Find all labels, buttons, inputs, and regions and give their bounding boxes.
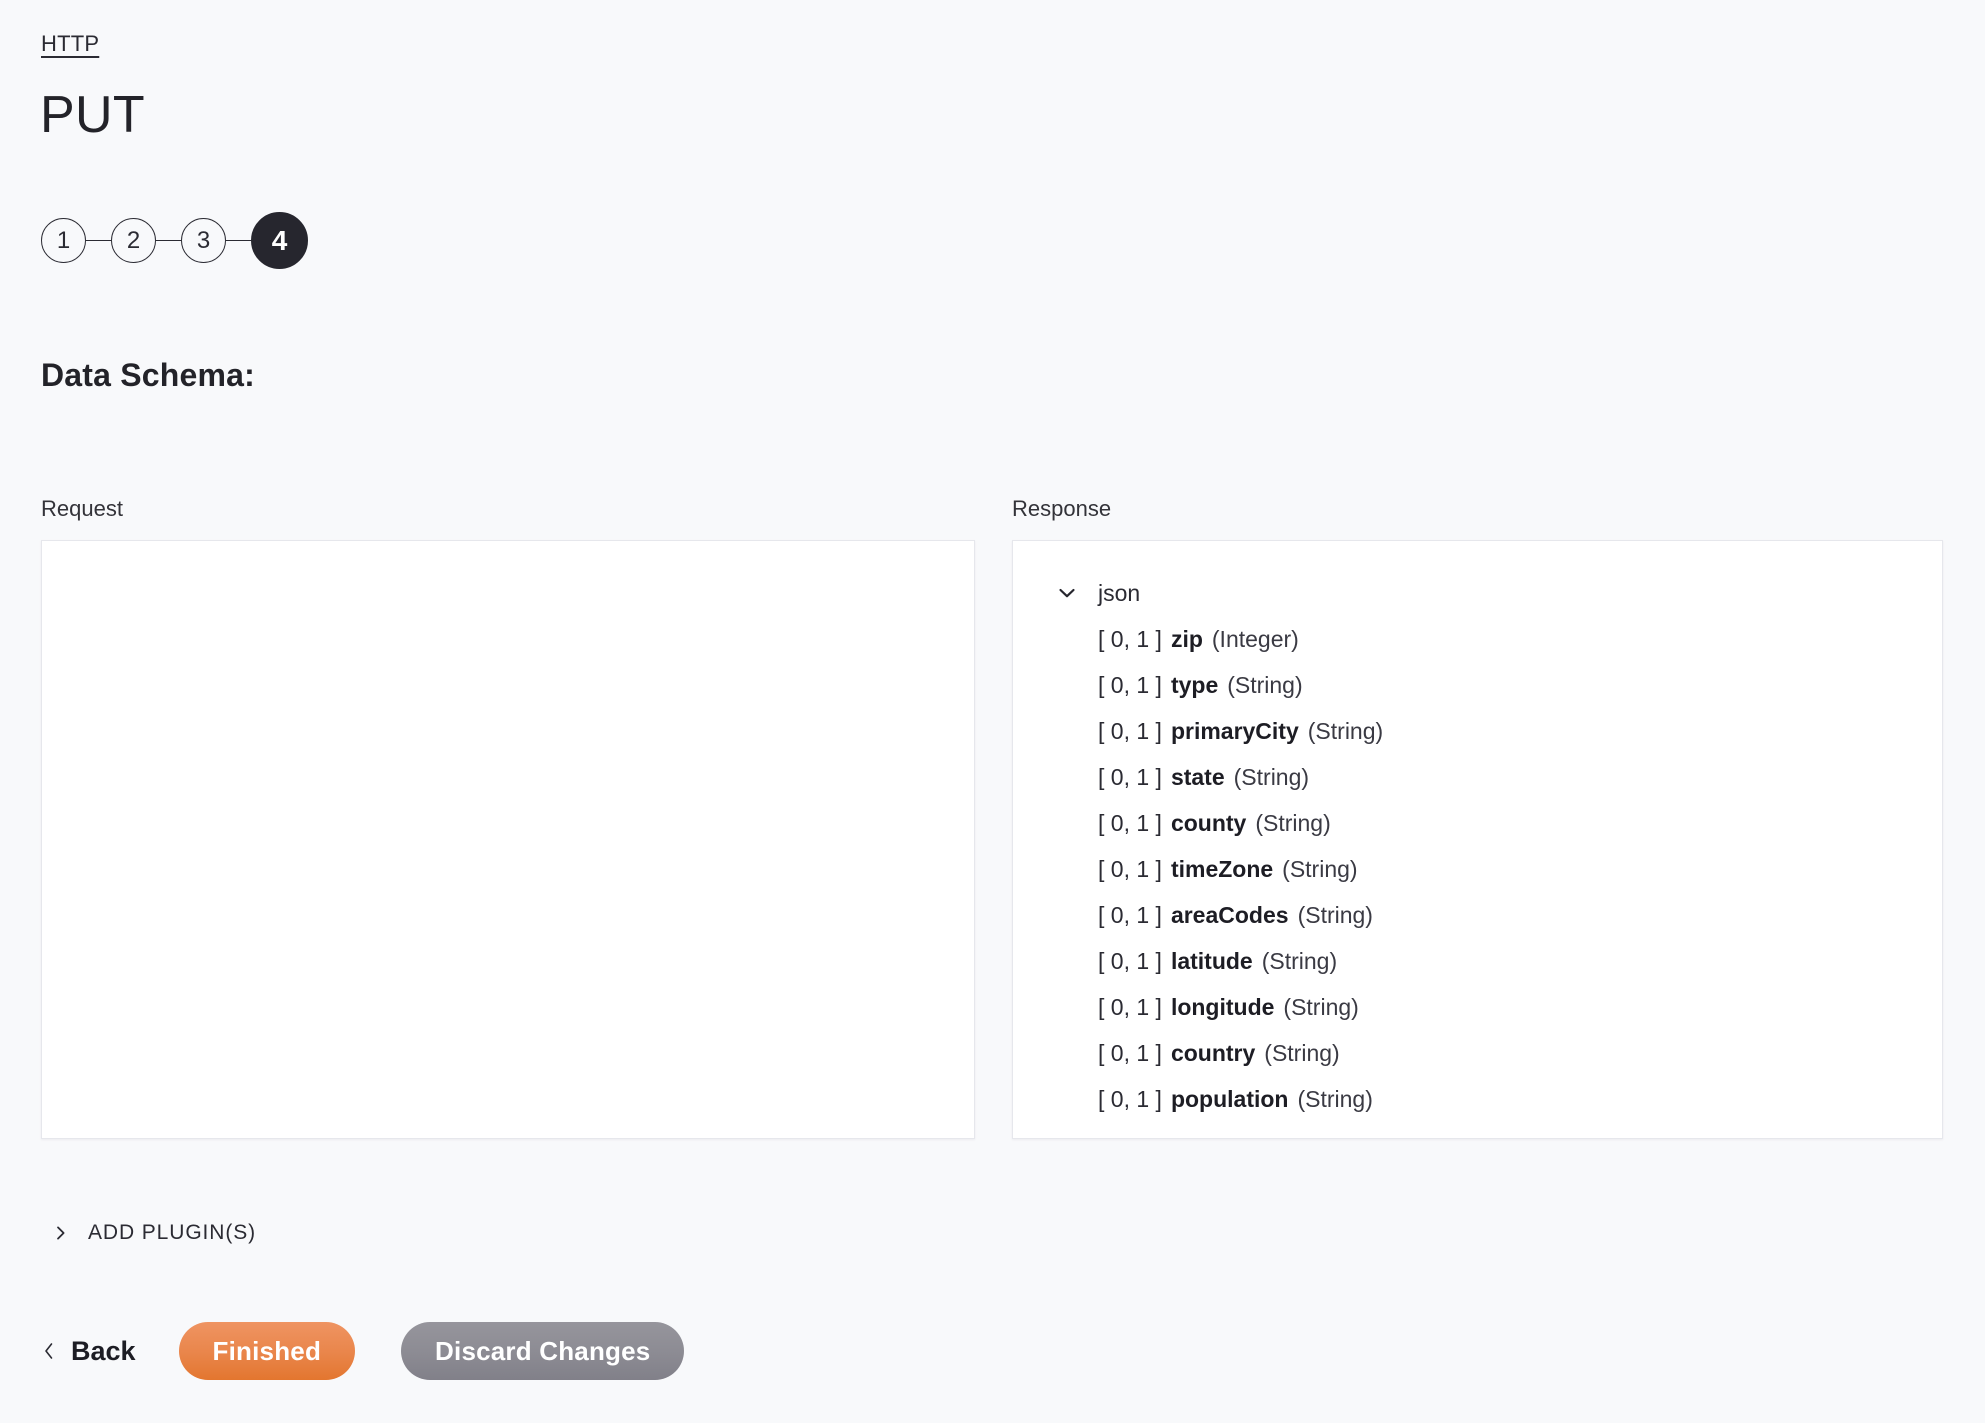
- tree-row[interactable]: [ 0, 1 ] areaCodes (String): [1098, 892, 1916, 938]
- field-cardinality: [ 0, 1 ]: [1098, 948, 1162, 974]
- request-panel-label: Request: [41, 496, 123, 521]
- field-name: state: [1170, 764, 1225, 790]
- footer-actions: Back Finished Discard Changes: [41, 1322, 685, 1380]
- stepper-connector-3: [226, 239, 251, 242]
- field-name: county: [1170, 810, 1247, 836]
- stepper-connector-1: [86, 239, 111, 242]
- response-panel-label: Response: [1012, 496, 1112, 521]
- add-plugins-toggle[interactable]: ADD PLUGIN(S): [52, 1220, 256, 1246]
- stepper-step-4-label: 4: [271, 224, 288, 256]
- field-cardinality: [ 0, 1 ]: [1098, 1040, 1162, 1066]
- chevron-left-icon: [41, 1341, 57, 1361]
- tree-row[interactable]: [ 0, 1 ] state (String): [1098, 754, 1916, 800]
- stepper-step-2[interactable]: 2: [111, 218, 156, 263]
- tree-row[interactable]: [ 0, 1 ] type (String): [1098, 662, 1916, 708]
- request-schema-panel[interactable]: [41, 540, 975, 1139]
- chevron-down-icon[interactable]: [1056, 582, 1078, 604]
- field-name: country: [1170, 1040, 1256, 1066]
- field-name: zip: [1170, 626, 1203, 652]
- breadcrumb-http-link[interactable]: HTTP: [41, 30, 99, 58]
- add-plugins-label: ADD PLUGIN(S): [88, 1221, 257, 1244]
- field-type: (String): [1282, 856, 1358, 882]
- field-type: (Integer): [1211, 626, 1299, 652]
- field-cardinality: [ 0, 1 ]: [1098, 810, 1162, 836]
- field-name: population: [1170, 1086, 1289, 1112]
- response-schema-tree: json [ 0, 1 ] zip (Integer) [ 0, 1 ] type (St…: [1056, 570, 1916, 1122]
- tree-row[interactable]: [ 0, 1 ] zip (Integer): [1098, 616, 1916, 662]
- field-cardinality: [ 0, 1 ]: [1098, 672, 1162, 698]
- stepper-step-3-label: 3: [196, 226, 211, 254]
- discard-changes-button[interactable]: Discard Changes: [401, 1322, 685, 1380]
- back-label: Back: [71, 1336, 136, 1366]
- tree-row[interactable]: [ 0, 1 ] primaryCity (String): [1098, 708, 1916, 754]
- field-cardinality: [ 0, 1 ]: [1098, 902, 1162, 928]
- tree-root-label: json: [1098, 580, 1141, 606]
- tree-row[interactable]: [ 0, 1 ] timeZone (String): [1098, 846, 1916, 892]
- stepper-step-2-label: 2: [126, 226, 141, 254]
- field-name: latitude: [1170, 948, 1253, 974]
- back-button[interactable]: Back: [41, 1334, 136, 1368]
- field-cardinality: [ 0, 1 ]: [1098, 994, 1162, 1020]
- field-cardinality: [ 0, 1 ]: [1098, 626, 1162, 652]
- stepper-connector-2: [156, 239, 181, 242]
- field-type: (String): [1297, 902, 1373, 928]
- field-name: longitude: [1170, 994, 1275, 1020]
- tree-row[interactable]: [ 0, 1 ] county (String): [1098, 800, 1916, 846]
- stepper-step-4[interactable]: 4: [251, 212, 308, 269]
- stepper-step-1[interactable]: 1: [41, 218, 86, 263]
- field-type: (String): [1307, 718, 1384, 744]
- field-type: (String): [1233, 764, 1310, 790]
- field-type: (String): [1261, 948, 1338, 974]
- field-cardinality: [ 0, 1 ]: [1098, 856, 1162, 882]
- field-name: type: [1170, 672, 1219, 698]
- tree-row[interactable]: [ 0, 1 ] country (String): [1098, 1030, 1916, 1076]
- field-type: (String): [1255, 810, 1331, 836]
- page-title: PUT: [40, 86, 145, 144]
- field-cardinality: [ 0, 1 ]: [1098, 1086, 1162, 1112]
- finished-button[interactable]: Finished: [178, 1322, 356, 1380]
- field-name: areaCodes: [1170, 902, 1289, 928]
- field-type: (String): [1227, 672, 1303, 698]
- field-name: timeZone: [1170, 856, 1274, 882]
- tree-children: [ 0, 1 ] zip (Integer) [ 0, 1 ] type (String)…: [1098, 616, 1916, 1122]
- field-name: primaryCity: [1170, 718, 1299, 744]
- stepper-step-1-label: 1: [56, 226, 71, 254]
- data-schema-heading: Data Schema:: [41, 357, 256, 393]
- field-type: (String): [1297, 1086, 1373, 1112]
- tree-row[interactable]: [ 0, 1 ] population (String): [1098, 1076, 1916, 1122]
- field-cardinality: [ 0, 1 ]: [1098, 718, 1162, 744]
- tree-root-json[interactable]: json: [1056, 570, 1916, 616]
- chevron-right-icon: [52, 1224, 70, 1242]
- stepper: 1 2 3 4: [41, 212, 308, 269]
- tree-row[interactable]: [ 0, 1 ] longitude (String): [1098, 984, 1916, 1030]
- field-cardinality: [ 0, 1 ]: [1098, 764, 1162, 790]
- tree-row[interactable]: [ 0, 1 ] latitude (String): [1098, 938, 1916, 984]
- field-type: (String): [1264, 1040, 1340, 1066]
- stepper-step-3[interactable]: 3: [181, 218, 226, 263]
- field-type: (String): [1283, 994, 1359, 1020]
